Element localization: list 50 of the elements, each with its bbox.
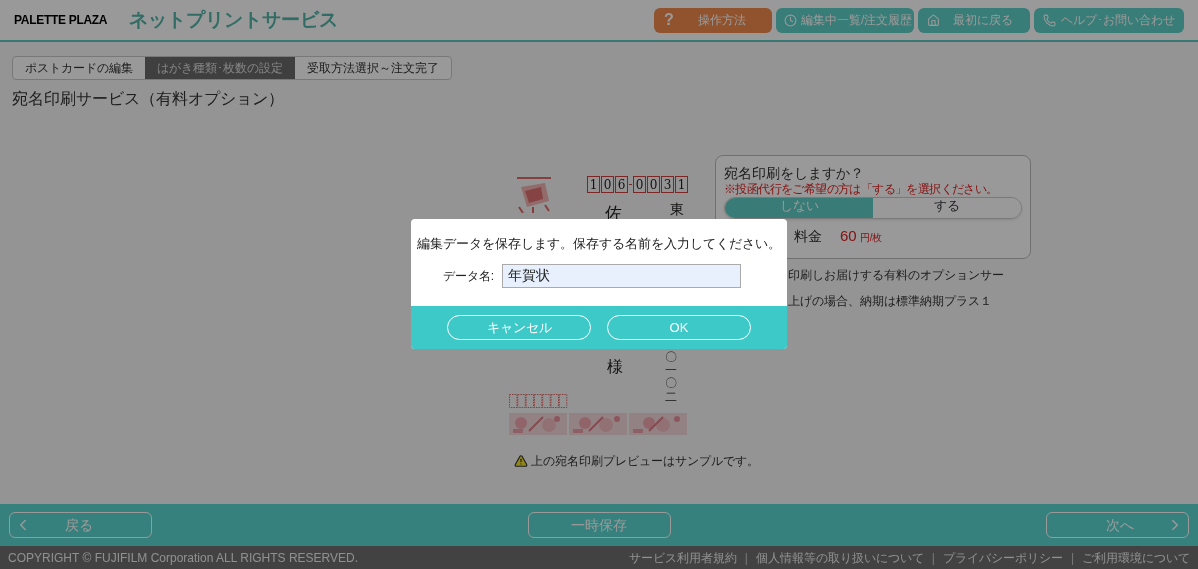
- honorific: 様: [607, 356, 623, 378]
- data-name-field[interactable]: 年賀状: [502, 263, 742, 288]
- footer-link[interactable]: プライバシーポリシー: [942, 548, 1063, 567]
- step-item: ポストカードの編集: [24, 60, 134, 77]
- step-item: はがき種類･枚数の設定: [145, 57, 295, 79]
- footer-separator: |: [931, 549, 935, 567]
- sample-notice: 上の宛名印刷プレビューはサンプルです。: [531, 453, 759, 470]
- footer-separator: |: [744, 549, 748, 567]
- postal-code-digit: 3: [661, 176, 674, 193]
- footer-link[interactable]: ご利用環境について: [1082, 548, 1190, 567]
- clock-icon: [784, 13, 797, 27]
- postal-code-digit: 1: [587, 176, 600, 193]
- description-text: 印刷しお届けする有料のオプションサー: [788, 266, 1004, 283]
- address-number: 〇一〇二: [665, 351, 677, 404]
- save-draft-button[interactable]: 一時保存: [527, 512, 671, 538]
- footer-link[interactable]: 個人情報等の取り扱いについて: [755, 548, 924, 567]
- dialog-message: 編集データを保存します。保存する名前を入力してください。: [417, 235, 781, 253]
- footer-link[interactable]: サービス利用者規約: [628, 548, 737, 567]
- choice-toggle[interactable]: する: [873, 198, 1021, 218]
- header-button[interactable]: ヘルプ･お問い合わせ: [1034, 7, 1184, 33]
- phone-icon: [1042, 13, 1056, 27]
- recipient-address: 東: [670, 200, 684, 219]
- warning-icon: [514, 454, 528, 468]
- fee-value: 60: [840, 226, 857, 246]
- postal-code-digit: 0: [633, 176, 646, 193]
- postal-code-digit: 0: [647, 176, 660, 193]
- back-button[interactable]: 戻る: [9, 512, 152, 538]
- description-text: 上げの場合、納期は標準納期プラス１: [788, 292, 992, 309]
- choice-toggle[interactable]: しない: [725, 198, 873, 218]
- fee-unit: 円/枚: [859, 231, 883, 245]
- home-icon: [926, 13, 940, 27]
- option-note: ※投函代行をご希望の方は「する」を選択ください。: [724, 183, 999, 196]
- page-title: 宛名印刷サービス（有料オプション）: [12, 89, 285, 109]
- header-button[interactable]: ? 操作方法: [654, 7, 772, 33]
- header-button[interactable]: 編集中一覧/注文履歴: [776, 7, 914, 33]
- header-button[interactable]: 最初に戻る: [918, 7, 1030, 33]
- step-item: 受取方法選択～注文完了: [306, 60, 440, 77]
- copyright-text: COPYRIGHT © FUJIFILM Corporation ALL RIGHTS RESERVED.: [8, 549, 359, 567]
- brand-logo: PALETTE PLAZA: [14, 12, 108, 29]
- sender-postal-boxes: [509, 394, 569, 408]
- footer-separator: |: [1070, 549, 1074, 567]
- next-button[interactable]: 次へ: [1046, 512, 1189, 538]
- field-label: データ名:: [442, 267, 495, 285]
- service-title: ネットプリントサービス: [129, 7, 339, 32]
- fee-label: 料金: [794, 227, 822, 246]
- postal-code-digit: 0: [601, 176, 614, 193]
- postal-code-digit: 1: [675, 176, 688, 193]
- option-question: 宛名印刷をしますか？: [724, 164, 865, 182]
- postal-code-digit: 6: [615, 176, 628, 193]
- question-mark-icon: ?: [664, 8, 674, 32]
